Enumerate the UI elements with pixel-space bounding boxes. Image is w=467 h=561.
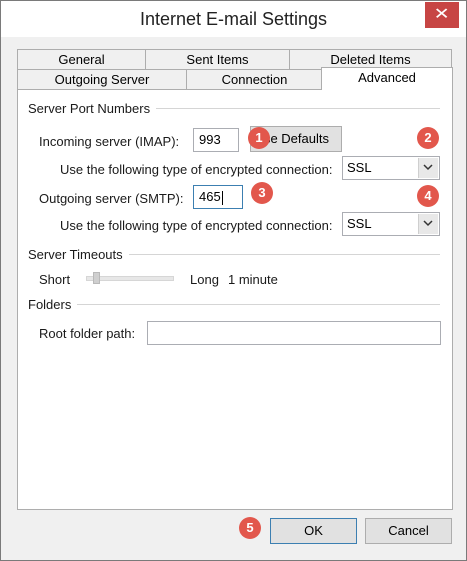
cancel-button[interactable]: Cancel <box>365 518 452 544</box>
title-bar: Internet E-mail Settings ✕ <box>1 1 466 37</box>
dialog-title: Internet E-mail Settings <box>139 9 328 29</box>
ok-button[interactable]: OK <box>270 518 357 544</box>
outgoing-port-value: 465 <box>199 189 221 204</box>
tab-advanced[interactable]: Advanced <box>321 67 453 90</box>
tab-outgoing-server[interactable]: Outgoing Server <box>17 69 187 89</box>
outgoing-encryption-label: Use the following type of encrypted conn… <box>60 218 333 233</box>
incoming-encryption-value: SSL <box>347 160 372 175</box>
server-ports-heading: Server Port Numbers <box>28 101 157 116</box>
chevron-down-icon <box>423 164 433 171</box>
timeout-short-label: Short <box>39 272 71 287</box>
annotation-badge-5: 5 <box>239 517 261 539</box>
server-timeouts-heading: Server Timeouts <box>28 247 129 262</box>
incoming-encryption-label: Use the following type of encrypted conn… <box>60 162 333 177</box>
settings-dialog: Internet E-mail Settings ✕ General Sent … <box>0 0 467 561</box>
annotation-badge-2: 2 <box>417 127 439 149</box>
tab-general[interactable]: General <box>17 49 146 69</box>
annotation-badge-4: 4 <box>417 185 439 207</box>
annotation-badge-3: 3 <box>251 182 273 204</box>
section-divider <box>28 304 440 305</box>
outgoing-encryption-dropdown-button[interactable] <box>418 214 438 234</box>
outgoing-encryption-value: SSL <box>347 216 372 231</box>
timeout-value: 1 minute <box>228 272 278 287</box>
annotation-badge-1: 1 <box>248 127 270 149</box>
tab-connection[interactable]: Connection <box>186 69 323 89</box>
advanced-panel: Server Port Numbers Incoming server (IMA… <box>17 89 453 510</box>
text-caret <box>221 190 223 205</box>
chevron-down-icon <box>423 220 433 227</box>
tab-sent-items[interactable]: Sent Items <box>145 49 290 69</box>
outgoing-encryption-select[interactable]: SSL <box>342 212 440 236</box>
outgoing-port-input[interactable]: 465 <box>193 185 243 209</box>
root-folder-input[interactable] <box>147 321 441 345</box>
incoming-encryption-dropdown-button[interactable] <box>418 158 438 178</box>
folders-heading: Folders <box>28 297 78 312</box>
outgoing-server-label: Outgoing server (SMTP): <box>39 191 184 206</box>
incoming-port-input[interactable]: 993 <box>193 128 239 152</box>
close-icon: ✕ <box>433 6 451 23</box>
timeout-slider-thumb[interactable] <box>92 272 100 284</box>
root-folder-label: Root folder path: <box>39 326 136 341</box>
incoming-server-label: Incoming server (IMAP): <box>39 134 180 149</box>
timeout-long-label: Long <box>190 272 219 287</box>
incoming-encryption-select[interactable]: SSL <box>342 156 440 180</box>
tab-deleted-items[interactable]: Deleted Items <box>289 49 452 69</box>
close-button[interactable]: ✕ <box>425 2 459 28</box>
